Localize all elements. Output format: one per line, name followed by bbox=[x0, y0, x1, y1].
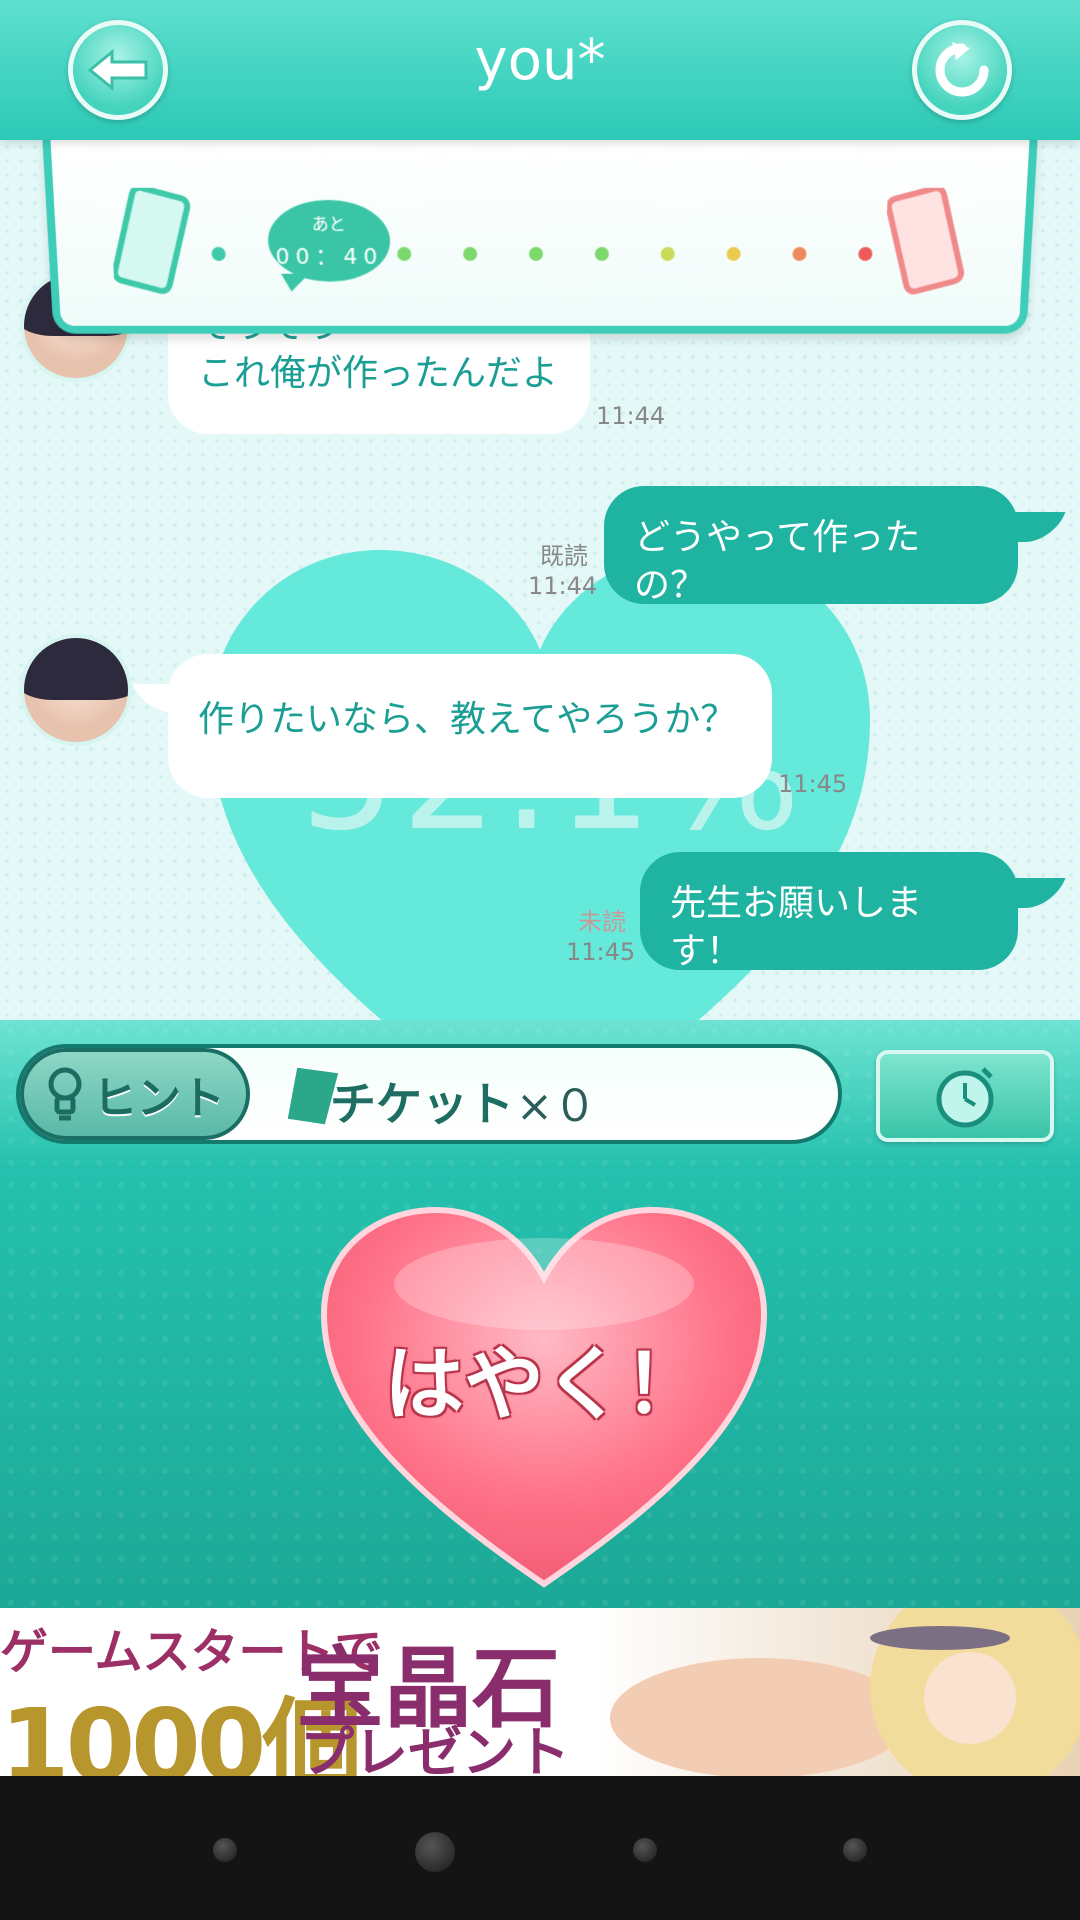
progress-dot bbox=[463, 246, 478, 261]
message-time: 11:45 bbox=[566, 938, 636, 966]
message-bubble-incoming: 作りたいなら、教えてやろうか？ bbox=[132, 654, 772, 798]
timer-value: 00：40 bbox=[275, 244, 384, 270]
hint-label: ヒント bbox=[93, 1073, 225, 1124]
timer-label: あと bbox=[311, 214, 346, 236]
message-bubble-outgoing: 先生お願いします！ bbox=[640, 852, 1066, 972]
ad-banner[interactable]: ゲームスタートで 1000個 宝晶石 プレゼント bbox=[0, 1608, 1080, 1776]
ad-text-right2: プレゼント bbox=[300, 1721, 570, 1776]
control-panel: ヒント チケット ×０ はやく！ bbox=[0, 1020, 1080, 1608]
hurry-label: はやく！ bbox=[384, 1338, 704, 1431]
nav-dot-button[interactable] bbox=[843, 1838, 867, 1862]
message-bubble-outgoing: どうやって作ったの？ bbox=[604, 486, 1066, 606]
message-time: 11:44 bbox=[528, 572, 598, 600]
message-text: 作りたいなら、教えてやろうか？ bbox=[198, 699, 737, 740]
ticket-label: チケット bbox=[330, 1077, 514, 1131]
timer-bubble: あと 00：40 bbox=[266, 199, 391, 292]
reload-icon bbox=[935, 42, 989, 97]
stopwatch-icon bbox=[936, 1067, 994, 1128]
ticket-count: ×０ bbox=[516, 1081, 597, 1132]
progress-dot bbox=[211, 246, 226, 261]
message-text: どうやって作ったの？ bbox=[634, 517, 921, 606]
message-time: 11:45 bbox=[778, 770, 848, 798]
nav-dot-button[interactable] bbox=[633, 1838, 657, 1862]
hint-bar: ヒント チケット ×０ bbox=[16, 1044, 842, 1144]
start-phone-icon bbox=[110, 187, 195, 298]
end-phone-icon bbox=[884, 187, 969, 298]
message-text: これ俺が作ったんだよ bbox=[198, 353, 559, 394]
progress-panel: あと 00：40 bbox=[42, 140, 1038, 334]
nav-dot-button[interactable] bbox=[213, 1838, 237, 1862]
read-status: 既読 bbox=[540, 542, 588, 570]
message-time: 11:44 bbox=[596, 402, 666, 430]
chat-area[interactable]: 52.1% あと 00：40 そうそう これ俺が作ったんだよ 11:44 既読 … bbox=[0, 140, 1080, 1020]
progress-dot bbox=[397, 246, 412, 261]
ad-character-image bbox=[610, 1608, 1080, 1776]
stopwatch-button[interactable] bbox=[876, 1050, 1054, 1142]
system-nav-bar bbox=[0, 1776, 1080, 1920]
header-bar: you* bbox=[0, 0, 1080, 140]
progress-dot bbox=[594, 246, 609, 261]
message-text: 先生お願いします！ bbox=[670, 883, 923, 972]
hint-button[interactable]: ヒント bbox=[20, 1048, 250, 1140]
reload-button[interactable] bbox=[912, 20, 1012, 120]
lightbulb-icon bbox=[48, 1067, 82, 1121]
progress-dot bbox=[529, 246, 543, 261]
unread-status: 未読 bbox=[578, 908, 626, 936]
home-button[interactable] bbox=[415, 1832, 455, 1872]
avatar bbox=[20, 634, 132, 746]
